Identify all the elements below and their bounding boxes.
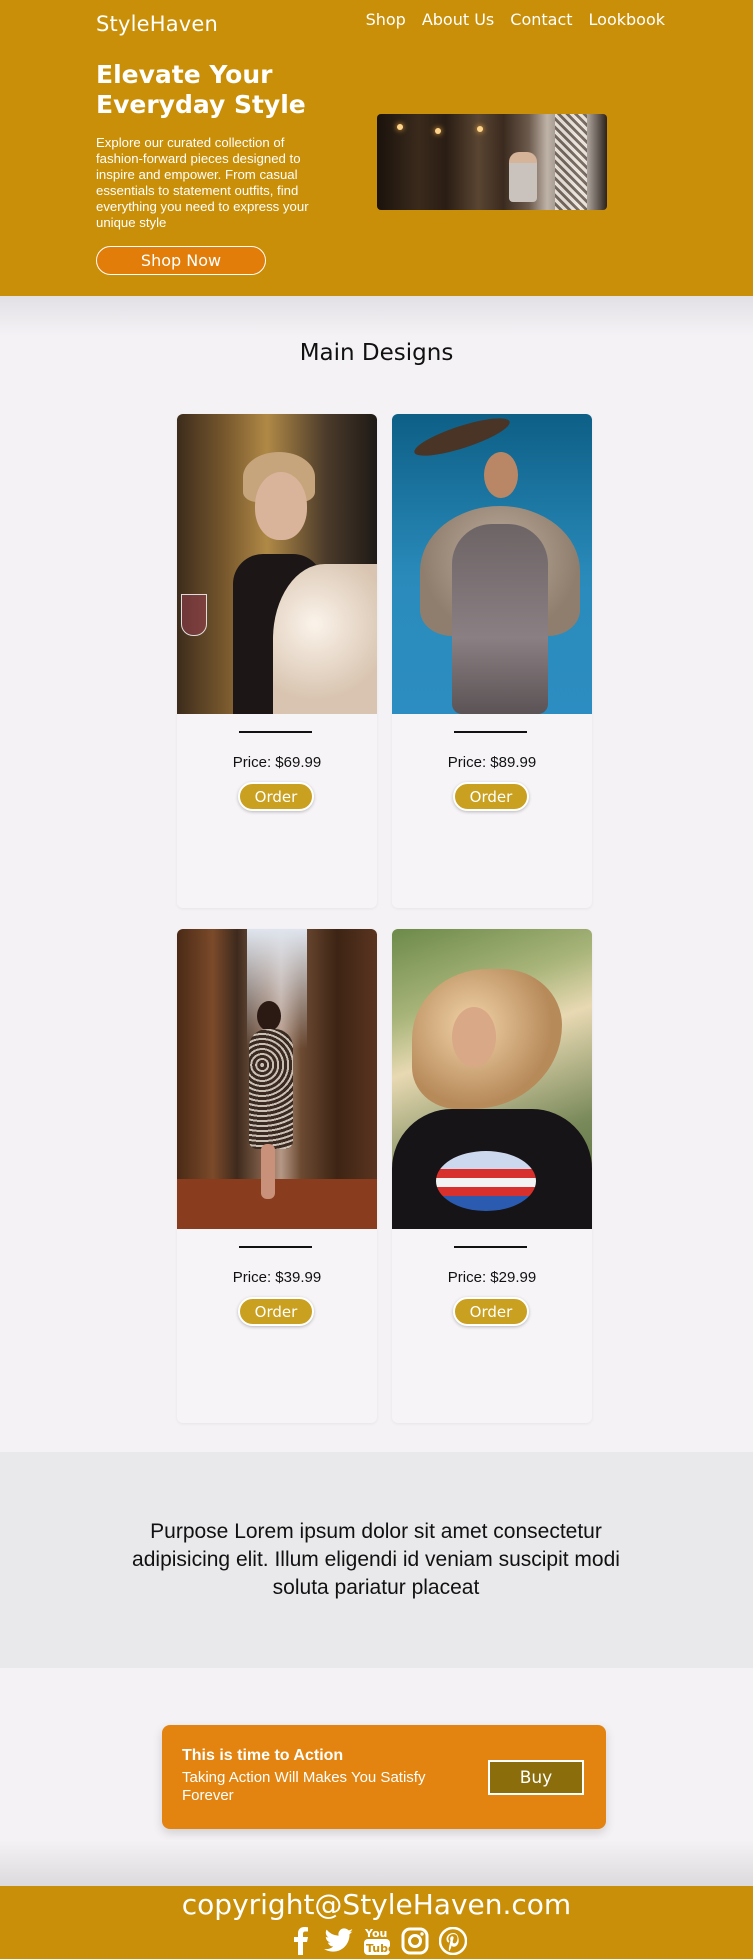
nav-lookbook[interactable]: Lookbook bbox=[589, 10, 665, 29]
divider bbox=[454, 731, 527, 733]
twitter-icon[interactable] bbox=[323, 1926, 354, 1956]
order-button[interactable]: Order bbox=[453, 1297, 529, 1326]
hero-description: Explore our curated collection of fashio… bbox=[96, 135, 309, 230]
svg-text:Tube: Tube bbox=[366, 1942, 391, 1955]
purpose-text: Purpose Lorem ipsum dolor sit amet conse… bbox=[132, 1520, 620, 1599]
product-card: Price: $69.99 Order bbox=[177, 414, 377, 908]
facebook-icon[interactable] bbox=[286, 1926, 316, 1956]
svg-text:You: You bbox=[364, 1927, 387, 1940]
section-shadow bbox=[0, 296, 753, 336]
cta-subtitle: Taking Action Will Makes You Satisfy For… bbox=[182, 1769, 426, 1804]
copyright-text: copyright@StyleHaven.com bbox=[181, 1888, 572, 1921]
footer-shadow bbox=[0, 1840, 753, 1886]
pinterest-icon[interactable] bbox=[438, 1926, 468, 1956]
hero-image bbox=[377, 114, 607, 210]
product-image[interactable] bbox=[392, 929, 592, 1229]
product-price: Price: $29.99 bbox=[447, 1269, 537, 1286]
social-links: You Tube bbox=[0, 1926, 753, 1956]
product-image[interactable] bbox=[177, 414, 377, 714]
footer: copyright@StyleHaven.com You Tube bbox=[0, 1886, 753, 1959]
product-card: Price: $39.99 Order bbox=[177, 929, 377, 1423]
product-image[interactable] bbox=[392, 414, 592, 714]
hero-section: StyleHaven Shop About Us Contact Lookboo… bbox=[0, 0, 753, 296]
call-to-action: This is time to Action Taking Action Wil… bbox=[162, 1725, 606, 1829]
product-price: Price: $89.99 bbox=[447, 754, 537, 771]
brand-logo[interactable]: StyleHaven bbox=[96, 12, 218, 36]
product-price: Price: $39.99 bbox=[232, 1269, 322, 1286]
nav-contact[interactable]: Contact bbox=[510, 10, 572, 29]
product-image[interactable] bbox=[177, 929, 377, 1229]
purpose-section: Purpose Lorem ipsum dolor sit amet conse… bbox=[0, 1452, 753, 1668]
cta-title: This is time to Action bbox=[182, 1747, 344, 1764]
nav-shop[interactable]: Shop bbox=[366, 10, 406, 29]
divider bbox=[239, 731, 312, 733]
main-nav: Shop About Us Contact Lookbook bbox=[366, 10, 665, 29]
product-price: Price: $69.99 bbox=[232, 754, 322, 771]
shop-now-button[interactable]: Shop Now bbox=[96, 246, 266, 275]
order-button[interactable]: Order bbox=[453, 782, 529, 811]
product-card: Price: $89.99 Order bbox=[392, 414, 592, 908]
order-button[interactable]: Order bbox=[238, 1297, 314, 1326]
buy-button[interactable]: Buy bbox=[488, 1760, 584, 1795]
hero-title: Elevate Your Everyday Style bbox=[96, 60, 306, 119]
nav-about-us[interactable]: About Us bbox=[422, 10, 494, 29]
instagram-icon[interactable] bbox=[400, 1926, 430, 1956]
product-card: Price: $29.99 Order bbox=[392, 929, 592, 1423]
main-designs-title: Main Designs bbox=[299, 340, 454, 366]
divider bbox=[239, 1246, 312, 1248]
divider bbox=[454, 1246, 527, 1248]
youtube-icon[interactable]: You Tube bbox=[362, 1926, 392, 1956]
order-button[interactable]: Order bbox=[238, 782, 314, 811]
